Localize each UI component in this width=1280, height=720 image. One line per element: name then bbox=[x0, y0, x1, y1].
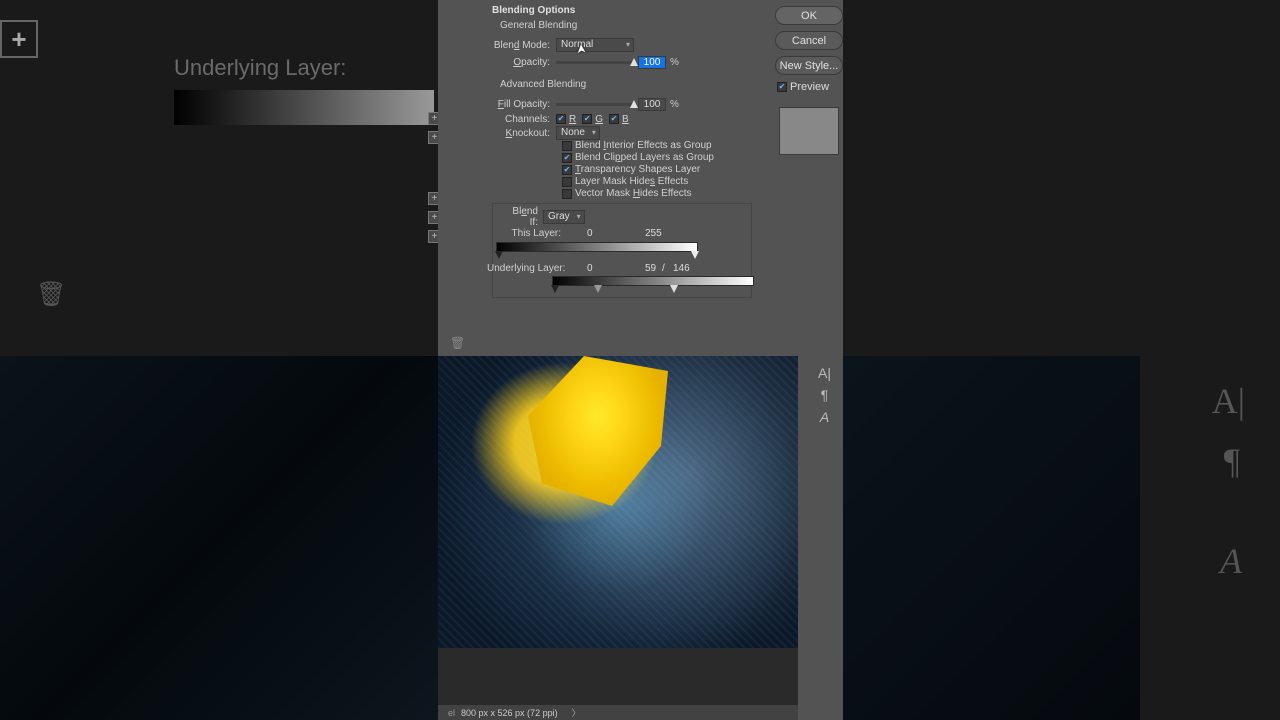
underlying-track[interactable] bbox=[552, 276, 754, 286]
preview-label: Preview bbox=[790, 81, 829, 93]
channel-b-label: B bbox=[622, 114, 629, 125]
underlying-split-right-slider[interactable] bbox=[670, 285, 678, 293]
type-panel-icons: A| ¶ A bbox=[818, 365, 831, 425]
add-effect-box: + bbox=[0, 20, 38, 58]
mouse-cursor-icon bbox=[574, 41, 587, 57]
status-prefix: el bbox=[448, 708, 455, 718]
fill-opacity-slider[interactable] bbox=[556, 103, 634, 106]
dialog-buttons: OK Cancel New Style... Preview bbox=[775, 6, 843, 155]
center-column: Blending Options General Blending Blend … bbox=[438, 0, 843, 720]
status-dimensions: 800 px x 526 px (72 ppi) bbox=[461, 708, 558, 718]
advanced-blending-heading: Advanced Blending bbox=[500, 79, 586, 90]
glyphs-panel-icon: A bbox=[1220, 540, 1242, 582]
bg-canvas-right bbox=[840, 356, 1140, 720]
channel-g-label: G bbox=[595, 114, 603, 125]
bg-trash-icon: 🗑 bbox=[36, 280, 66, 309]
blend-if-group: Blend If: Gray This Layer: 0 255 Underly… bbox=[492, 203, 752, 298]
vector-mask-hides-label: Vector Mask Hides Effects bbox=[575, 188, 692, 199]
channel-r-label: R bbox=[569, 114, 576, 125]
character-icon[interactable]: A| bbox=[818, 365, 831, 381]
character-panel-icon: A| bbox=[1212, 380, 1245, 422]
knockout-label: Knockout: bbox=[466, 128, 556, 139]
layer-style-dialog: Blending Options General Blending Blend … bbox=[438, 0, 763, 356]
this-layer-track[interactable] bbox=[496, 242, 698, 252]
opacity-label: Opacity: bbox=[466, 57, 556, 68]
this-black-slider[interactable] bbox=[495, 251, 503, 259]
blend-mode-select[interactable]: Normal bbox=[556, 38, 634, 52]
fill-opacity-unit: % bbox=[670, 99, 679, 110]
channel-g-checkbox[interactable] bbox=[582, 114, 592, 124]
underlying-split-left-slider[interactable] bbox=[594, 285, 602, 293]
preview-swatch bbox=[779, 107, 839, 155]
this-white-slider[interactable] bbox=[691, 251, 699, 259]
underlying-low: 0 bbox=[587, 263, 593, 274]
this-layer-label: This Layer: bbox=[507, 228, 567, 239]
blend-interior-checkbox[interactable] bbox=[562, 141, 572, 151]
new-style-button[interactable]: New Style... bbox=[775, 56, 843, 75]
cancel-button[interactable]: Cancel bbox=[775, 31, 843, 50]
bg-canvas-left bbox=[0, 356, 440, 720]
opacity-unit: % bbox=[670, 57, 679, 68]
delete-style-icon[interactable]: 🗑 bbox=[450, 336, 465, 350]
opacity-input[interactable]: 100 bbox=[638, 56, 666, 69]
blend-clipped-label: Blend Clipped Layers as Group bbox=[575, 152, 714, 163]
underlying-high: 146 bbox=[673, 263, 690, 274]
channel-b-checkbox[interactable] bbox=[609, 114, 619, 124]
general-blending-heading: General Blending bbox=[500, 20, 577, 31]
blending-options-title: Blending Options bbox=[492, 5, 575, 16]
this-layer-high: 255 bbox=[645, 228, 662, 239]
blend-interior-label: Blend Interior Effects as Group bbox=[575, 140, 712, 151]
transparency-shapes-checkbox[interactable] bbox=[562, 165, 572, 175]
fill-opacity-input[interactable]: 100 bbox=[638, 98, 666, 111]
paragraph-icon[interactable]: ¶ bbox=[821, 387, 829, 403]
fill-opacity-label: Fill Opacity: bbox=[466, 99, 556, 110]
opacity-slider[interactable] bbox=[556, 61, 634, 64]
bg-gradient-track bbox=[174, 90, 434, 125]
document-canvas[interactable] bbox=[438, 356, 798, 648]
vector-mask-hides-checkbox[interactable] bbox=[562, 189, 572, 199]
canvas-pasteboard bbox=[438, 648, 798, 708]
preview-checkbox[interactable] bbox=[777, 82, 787, 92]
channel-r-checkbox[interactable] bbox=[556, 114, 566, 124]
knockout-select[interactable]: None bbox=[556, 126, 600, 140]
underlying-black-slider[interactable] bbox=[551, 285, 559, 293]
this-layer-low: 0 bbox=[587, 228, 593, 239]
transparency-shapes-label: Transparency Shapes Layer bbox=[575, 164, 700, 175]
glyphs-icon[interactable]: A bbox=[820, 409, 829, 425]
bg-underlying-label: Underlying Layer: bbox=[174, 55, 346, 81]
status-bar: el 800 px x 526 px (72 ppi) 〉 bbox=[438, 705, 798, 720]
status-chevron-icon[interactable]: 〉 bbox=[572, 706, 581, 719]
layer-mask-hides-label: Layer Mask Hides Effects bbox=[575, 176, 688, 187]
underlying-sep: / bbox=[662, 263, 665, 274]
layer-mask-hides-checkbox[interactable] bbox=[562, 177, 572, 187]
ok-button[interactable]: OK bbox=[775, 6, 843, 25]
blend-if-select[interactable]: Gray bbox=[543, 210, 585, 224]
underlying-layer-label: Underlying Layer: bbox=[487, 263, 567, 274]
paragraph-panel-icon: ¶ bbox=[1224, 440, 1240, 482]
underlying-mid: 59 bbox=[645, 263, 656, 274]
blend-if-label: Blend If: bbox=[507, 206, 543, 228]
blend-mode-label: Blend Mode: bbox=[466, 40, 556, 51]
channels-label: Channels: bbox=[466, 114, 556, 125]
blend-clipped-checkbox[interactable] bbox=[562, 153, 572, 163]
